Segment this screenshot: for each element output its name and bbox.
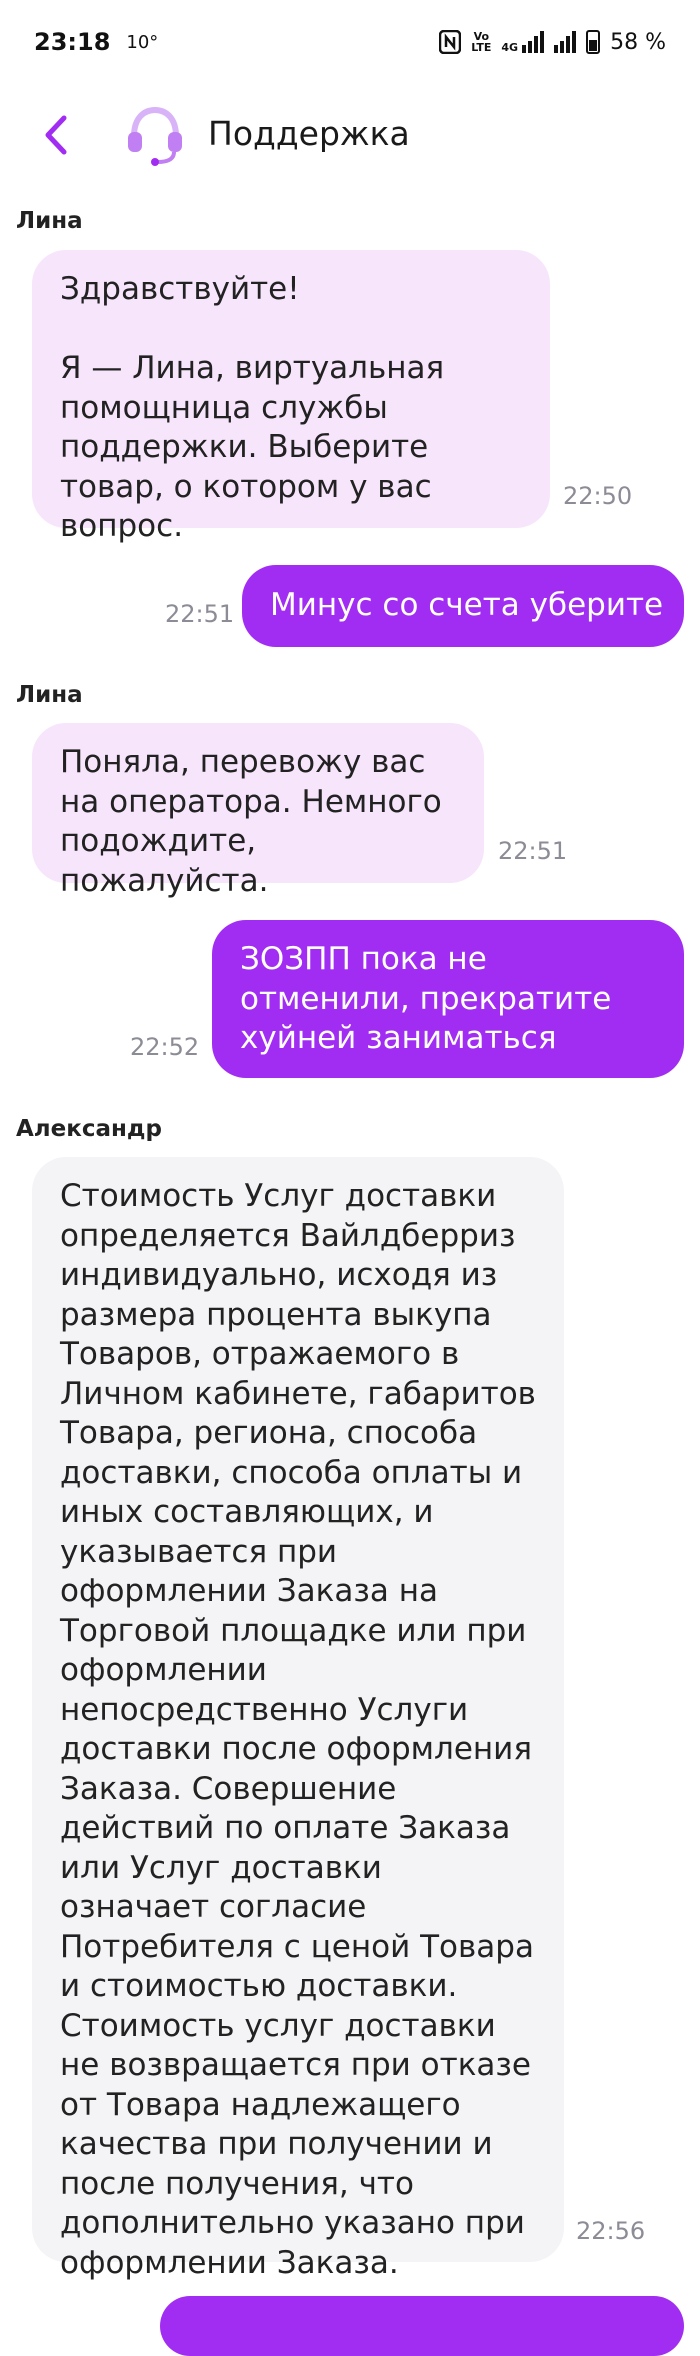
message-sender: Александр	[16, 1116, 162, 1142]
message-time: 22:56	[576, 2217, 646, 2245]
message-bubble: Поняла, перевожу вас на оператора. Немно…	[32, 723, 484, 899]
status-temperature: 10°	[126, 31, 159, 53]
chevron-left-icon[interactable]	[34, 110, 78, 160]
status-icons: Vo LTE 4G 58 %	[439, 30, 666, 55]
message-bubble-outgoing-partial	[160, 2296, 684, 2356]
volte-indicator: Vo LTE	[471, 30, 492, 54]
headset-icon	[128, 106, 182, 166]
signal-strength-icon-2	[554, 31, 577, 53]
nfc-icon	[439, 30, 462, 54]
message-sender: Лина	[16, 208, 83, 234]
page-title: Поддержка	[208, 114, 410, 153]
message-bubble-outgoing: Минус со счета уберите	[242, 565, 684, 647]
message-time: 22:51	[165, 600, 235, 628]
message-sender: Лина	[16, 682, 83, 708]
message-time: 22:51	[498, 837, 568, 865]
message-time: 22:50	[563, 482, 633, 510]
signal-strength-icon-1: 4G	[501, 31, 545, 54]
status-bar: 23:18 10° Vo LTE 4G 58 %	[0, 0, 700, 84]
chat-header: Поддержка	[0, 84, 700, 184]
message-bubble: Стоимость Услуг доставки определяется Ва…	[32, 1157, 564, 2281]
message-time: 22:52	[130, 1033, 200, 1061]
battery-level: 58 %	[610, 29, 666, 55]
data-type-label: 4G	[501, 41, 519, 54]
message-bubble: Здравствуйте! Я — Лина, виртуальная помо…	[32, 250, 550, 544]
status-time: 23:18	[34, 28, 111, 56]
message-bubble-outgoing: ЗОЗПП пока не отменили, прекратите хуйне…	[212, 920, 684, 1078]
battery-icon	[586, 30, 601, 54]
